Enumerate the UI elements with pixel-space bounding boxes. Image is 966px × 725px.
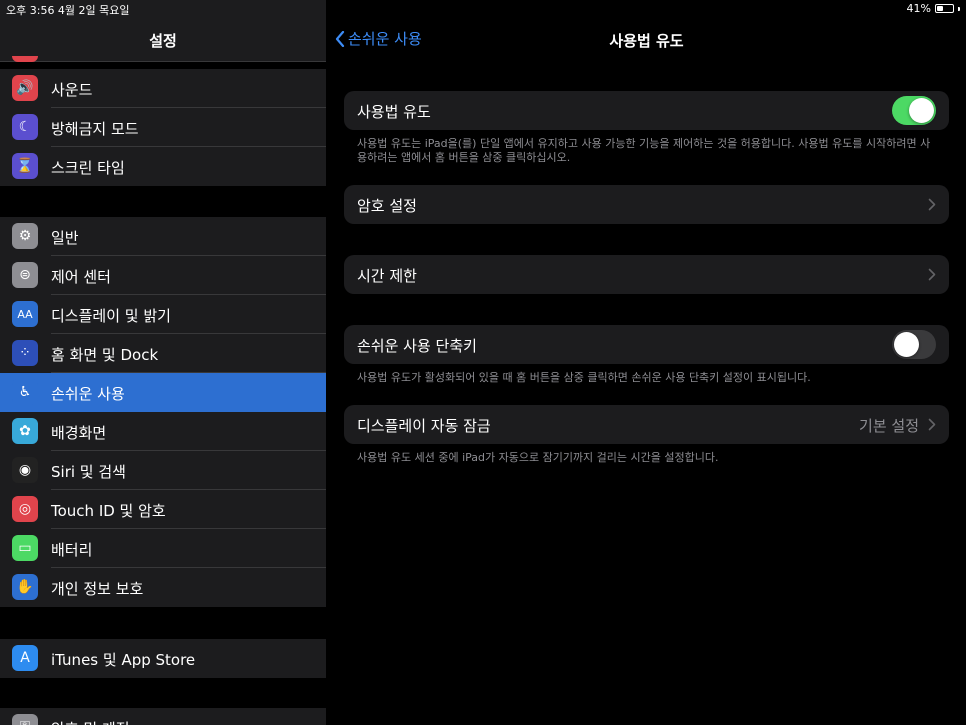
accessibility-shortcut-label: 손쉬운 사용 단축키 bbox=[357, 337, 477, 355]
passcode-settings-cell[interactable]: 암호 설정 bbox=[344, 185, 949, 224]
battery-tip bbox=[958, 6, 960, 11]
status-bar: 오후 3:56 4월 2일 목요일 41% bbox=[0, 0, 966, 18]
accessibility-shortcut-toggle[interactable] bbox=[892, 330, 936, 359]
time-limits-cell[interactable]: 시간 제한 bbox=[344, 255, 949, 294]
sidebar-item[interactable]: ⚿ 암호 및 계정 bbox=[0, 708, 326, 725]
accessibility-shortcut-cell: 손쉬운 사용 단축키 bbox=[344, 325, 949, 364]
display-auto-lock-value: 기본 설정 bbox=[859, 417, 919, 435]
guided-access-footer: 사용법 유도는 iPad을(를) 단일 앱에서 유지하고 사용 가능한 기능을 … bbox=[357, 137, 931, 164]
partial-icon bbox=[12, 56, 38, 62]
toggle-knob bbox=[909, 98, 934, 123]
battery-icon bbox=[935, 4, 954, 13]
sidebar-item-label: 스크린 타임 bbox=[51, 159, 125, 177]
sidebar-group: ⚙ 일반 ⊜ 제어 센터 AA 디스플레이 및 밝기 ⁘ 홈 화면 및 Dock ♿ 손쉬운 사용… bbox=[0, 217, 326, 607]
battery-percent: 41% bbox=[906, 2, 931, 15]
sidebar-item[interactable]: AA 디스플레이 및 밝기 bbox=[0, 295, 326, 334]
speaker-icon: 🔊 bbox=[12, 75, 38, 101]
flower-icon: ✿ bbox=[12, 418, 38, 444]
sidebar-item-label: 디스플레이 및 밝기 bbox=[51, 307, 171, 325]
sidebar-item[interactable]: ♿ 손쉬운 사용 bbox=[0, 373, 326, 412]
sidebar-item[interactable]: 🔊 사운드 bbox=[0, 69, 326, 108]
page-title: 사용법 유도 bbox=[609, 32, 684, 50]
sidebar-item-label: 암호 및 계정 bbox=[51, 718, 130, 725]
chevron-right-icon bbox=[928, 418, 936, 431]
main-pane: 손쉬운 사용 사용법 유도 사용법 유도 사용법 유도는 iPad을(를) 단일… bbox=[327, 0, 966, 725]
sidebar-item[interactable]: ⊜ 제어 센터 bbox=[0, 256, 326, 295]
sidebar-item-label: 배터리 bbox=[51, 541, 93, 559]
sidebar-item[interactable]: ▭ 배터리 bbox=[0, 529, 326, 568]
hourglass-icon: ⌛ bbox=[12, 153, 38, 179]
gear-icon: ⚙ bbox=[12, 223, 38, 249]
toggles-icon: ⊜ bbox=[12, 262, 38, 288]
sidebar-item-label: Touch ID 및 암호 bbox=[51, 502, 166, 520]
sidebar-item-label: Siri 및 검색 bbox=[51, 463, 126, 481]
guided-access-cell: 사용법 유도 bbox=[344, 91, 949, 130]
guided-access-toggle[interactable] bbox=[892, 96, 936, 125]
sidebar-item[interactable]: ◎ Touch ID 및 암호 bbox=[0, 490, 326, 529]
display-auto-lock-label: 디스플레이 자동 잠금 bbox=[357, 417, 491, 435]
siri-icon: ◉ bbox=[12, 457, 38, 483]
sidebar-item[interactable]: ⌛ 스크린 타임 bbox=[0, 147, 326, 186]
sidebar-item[interactable]: ⁘ 홈 화면 및 Dock bbox=[0, 334, 326, 373]
sidebar-group: ⚿ 암호 및 계정 bbox=[0, 708, 326, 725]
status-right: 41% bbox=[907, 2, 960, 15]
hand-icon: ✋ bbox=[12, 574, 38, 600]
sidebar-item-label: iTunes 및 App Store bbox=[51, 651, 196, 669]
sidebar-item[interactable]: ✋ 개인 정보 보호 bbox=[0, 568, 326, 607]
passcode-settings-label: 암호 설정 bbox=[357, 197, 417, 215]
sidebar-item-label: 방해금지 모드 bbox=[51, 120, 139, 138]
sidebar-item[interactable]: ✿ 배경화면 bbox=[0, 412, 326, 451]
chevron-right-icon bbox=[928, 198, 936, 211]
status-time-date: 오후 3:56 4월 2일 목요일 bbox=[6, 4, 130, 17]
guided-access-label: 사용법 유도 bbox=[357, 103, 431, 121]
sidebar-item-label: 배경화면 bbox=[51, 424, 107, 442]
chevron-right-icon bbox=[928, 268, 936, 281]
fingerprint-icon: ◎ bbox=[12, 496, 38, 522]
toggle-knob bbox=[894, 332, 919, 357]
sidebar-item-label: 일반 bbox=[51, 229, 79, 247]
text-size-icon: AA bbox=[12, 301, 38, 327]
sidebar-item-label: 개인 정보 보호 bbox=[51, 580, 144, 598]
shortcut-footer: 사용법 유도가 활성화되어 있을 때 홈 버튼을 삼중 클릭하면 손쉬운 사용 … bbox=[357, 371, 811, 384]
key-icon: ⚿ bbox=[12, 714, 38, 725]
time-limits-label: 시간 제한 bbox=[357, 267, 417, 285]
sidebar-item-label: 홈 화면 및 Dock bbox=[51, 346, 159, 364]
sidebar-item[interactable]: ☾ 방해금지 모드 bbox=[0, 108, 326, 147]
sidebar-group: AiTunes 및 App Store bbox=[0, 639, 326, 678]
sidebar: 설정 🔊 사운드 ☾ 방해금지 모드 ⌛ 스크린 타임 ⚙ 일반 ⊜ 제어 센터 AA 디스플레이 및… bbox=[0, 0, 326, 725]
sidebar-item-label: 손쉬운 사용 bbox=[51, 385, 125, 403]
app-store-icon: A bbox=[12, 645, 38, 671]
moon-icon: ☾ bbox=[12, 114, 38, 140]
sidebar-item-label: 제어 센터 bbox=[51, 268, 111, 286]
accessibility-icon: ♿ bbox=[12, 379, 38, 405]
sidebar-item[interactable]: AiTunes 및 App Store bbox=[0, 639, 326, 678]
battery-fill bbox=[937, 6, 943, 11]
display-auto-lock-cell[interactable]: 디스플레이 자동 잠금 기본 설정 bbox=[344, 405, 949, 444]
sidebar-title: 설정 bbox=[149, 32, 177, 50]
home-grid-icon: ⁘ bbox=[12, 340, 38, 366]
battery-icon: ▭ bbox=[12, 535, 38, 561]
sidebar-item[interactable]: ◉ Siri 및 검색 bbox=[0, 451, 326, 490]
sidebar-item-label: 사운드 bbox=[51, 81, 93, 99]
sidebar-item[interactable]: ⚙ 일반 bbox=[0, 217, 326, 256]
auto-lock-footer: 사용법 유도 세션 중에 iPad가 자동으로 잠기기까지 걸리는 시간을 설정… bbox=[357, 451, 719, 464]
sidebar-group: 🔊 사운드 ☾ 방해금지 모드 ⌛ 스크린 타임 bbox=[0, 69, 326, 186]
